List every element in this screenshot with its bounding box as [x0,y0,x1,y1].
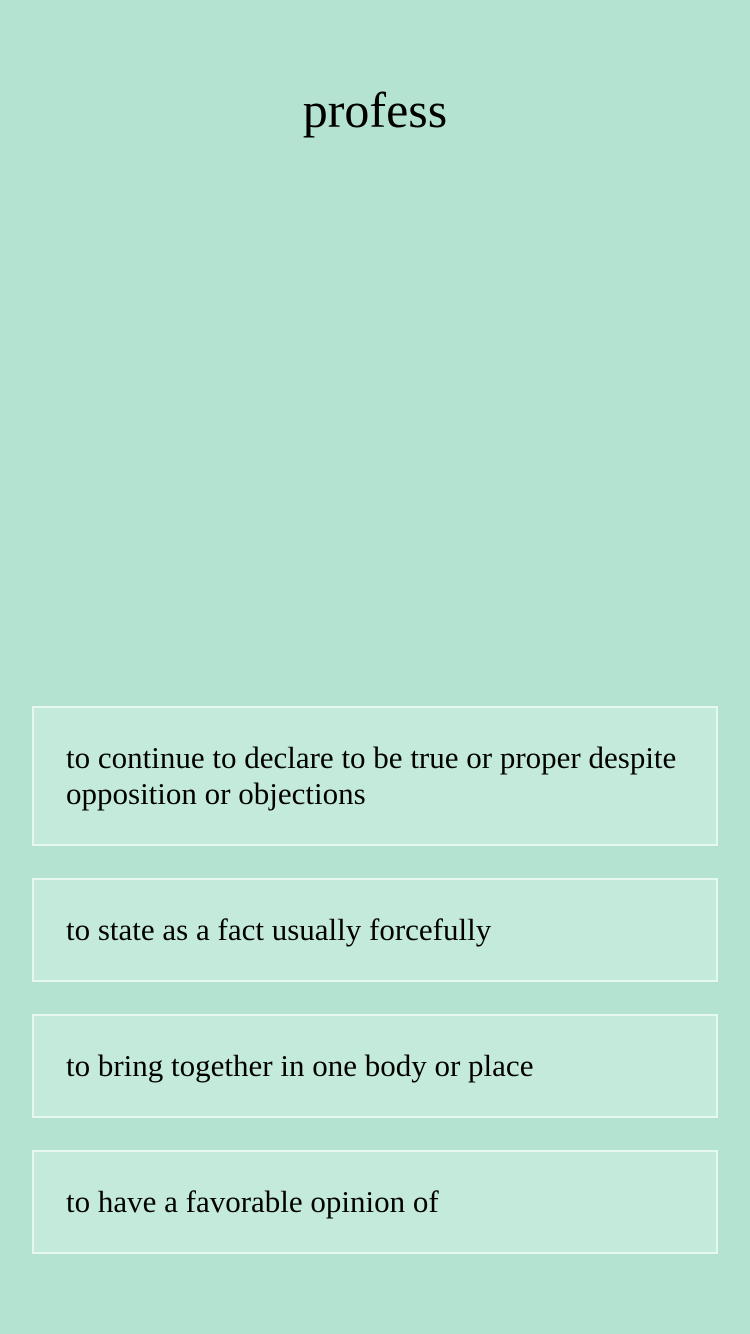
answer-option-4[interactable]: to have a favorable opinion of [32,1150,718,1254]
answer-option-3[interactable]: to bring together in one body or place [32,1014,718,1118]
answer-option-label: to continue to declare to be true or pro… [66,740,677,811]
answer-option-label: to state as a fact usually forcefully [66,912,492,947]
quiz-word: profess [302,82,448,138]
answer-option-1[interactable]: to continue to declare to be true or pro… [32,706,718,846]
answer-option-label: to bring together in one body or place [66,1048,534,1083]
answer-options: to continue to declare to be true or pro… [32,706,718,1254]
answer-option-label: to have a favorable opinion of [66,1184,439,1219]
answer-option-2[interactable]: to state as a fact usually forcefully [32,878,718,982]
